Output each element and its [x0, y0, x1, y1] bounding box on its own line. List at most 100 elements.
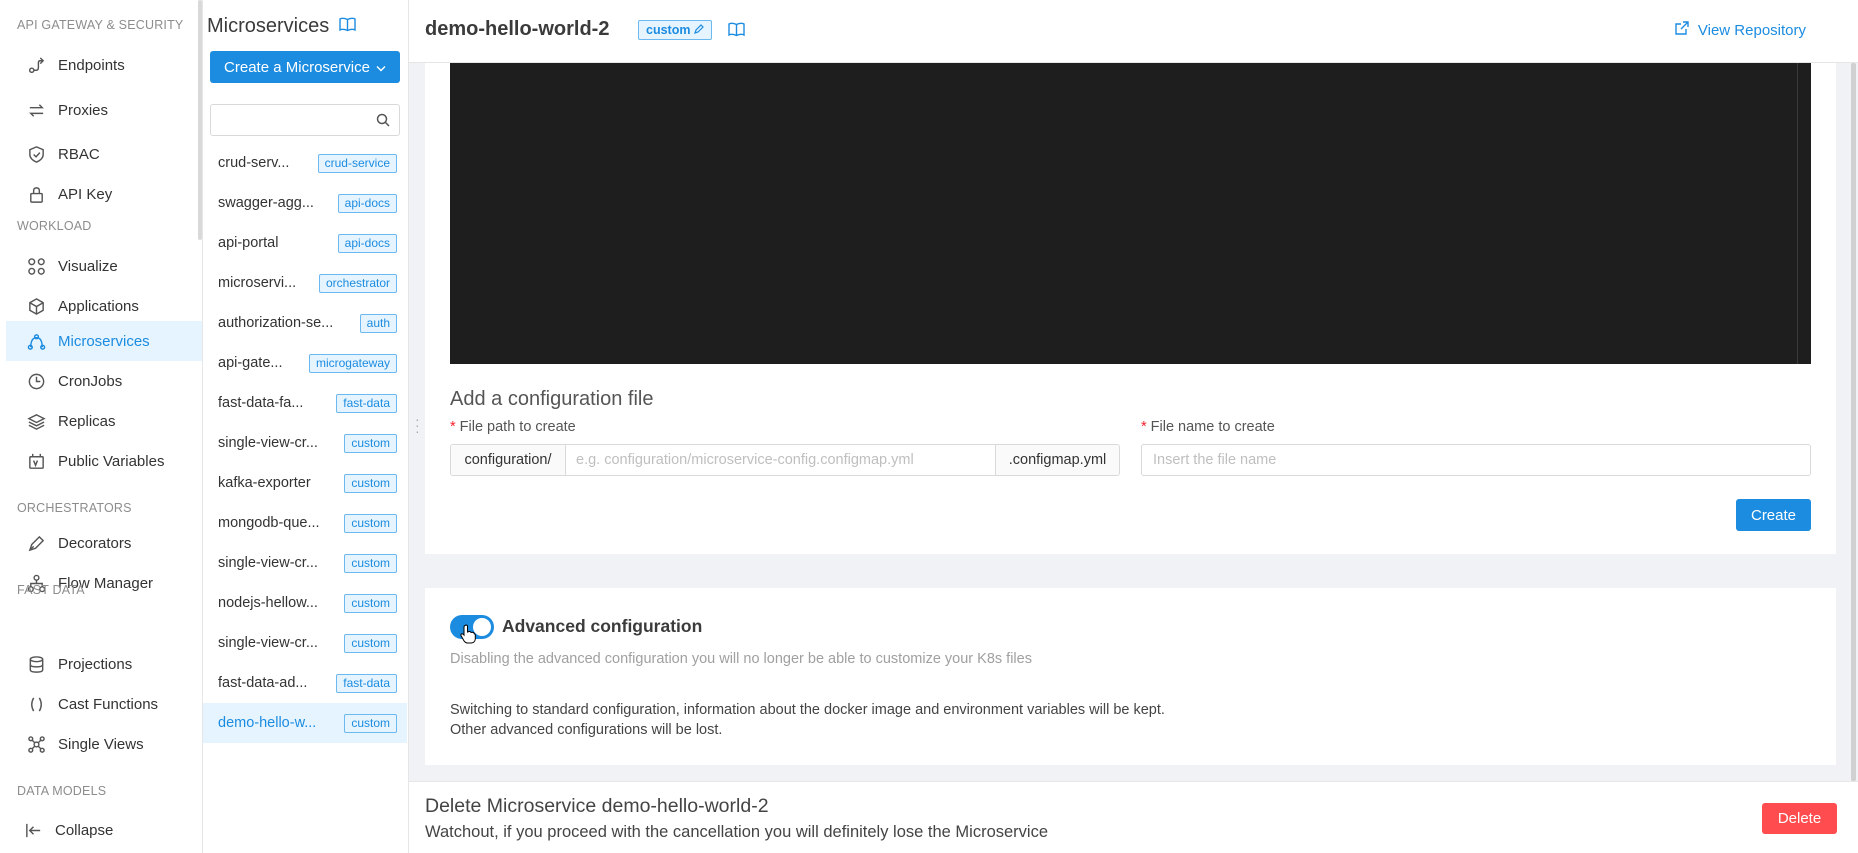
- endpoint-icon: [23, 55, 49, 75]
- microservice-item[interactable]: fast-data-ad... fast-data: [203, 663, 407, 703]
- microservice-name: crud-serv...: [218, 155, 290, 171]
- microservice-tag: custom: [344, 433, 397, 453]
- clock-icon: [23, 371, 49, 391]
- microservice-tag: api-docs: [337, 193, 397, 213]
- nav-item-label: RBAC: [58, 145, 100, 163]
- microservice-item[interactable]: mongodb-que... custom: [203, 503, 407, 543]
- nav-item-label: Proxies: [58, 101, 109, 119]
- nav-item-visualize[interactable]: Visualize: [6, 246, 202, 286]
- nav-item-label: Visualize: [58, 257, 118, 275]
- list-resize-handle[interactable]: · · ·: [415, 412, 420, 438]
- nav-item-label: Replicas: [58, 412, 116, 430]
- microservice-item[interactable]: kafka-exporter custom: [203, 463, 407, 503]
- microservice-name: api-portal: [218, 235, 279, 251]
- page-header: [409, 0, 1858, 63]
- nav-item-proxies[interactable]: Proxies: [6, 90, 202, 130]
- path-prefix-addon: configuration/: [451, 445, 566, 475]
- microservice-item[interactable]: swagger-agg... api-docs: [203, 183, 407, 223]
- delete-warning: Watchout, if you proceed with the cancel…: [425, 823, 1049, 841]
- nav-item-public-variables[interactable]: Public Variables: [6, 441, 202, 481]
- nav-item-label: Cast Functions: [58, 695, 159, 713]
- view-repository-link[interactable]: View Repository: [1675, 21, 1806, 39]
- nav-item-single-views[interactable]: Single Views: [6, 724, 202, 764]
- microservice-item[interactable]: fast-data-fa... fast-data: [203, 383, 407, 423]
- nav-item-label: Microservices: [58, 332, 150, 350]
- nav-item-replicas[interactable]: Replicas: [6, 401, 202, 441]
- pen-icon: [23, 533, 49, 553]
- microservice-item[interactable]: single-view-cr... custom: [203, 543, 407, 583]
- microservice-tag: auth: [359, 313, 397, 333]
- file-path-input[interactable]: [566, 445, 995, 475]
- path-suffix-addon: .configmap.yml: [995, 445, 1119, 475]
- file-name-input[interactable]: [1141, 444, 1811, 476]
- editor-scrollbar[interactable]: [1797, 63, 1798, 364]
- microservice-name: api-gate...: [218, 355, 283, 371]
- delete-button[interactable]: Delete: [1762, 803, 1837, 834]
- microservice-tag: crud-service: [317, 153, 397, 173]
- microservice-item[interactable]: single-view-cr... custom: [203, 623, 407, 663]
- nav-section-data-models: DATA MODELS: [17, 784, 107, 798]
- main-scrollbar[interactable]: [1851, 63, 1856, 781]
- microservice-item[interactable]: nodejs-hellow... custom: [203, 583, 407, 623]
- view-repository-label: View Repository: [1697, 21, 1806, 39]
- microservice-item[interactable]: crud-serv... crud-service: [203, 143, 407, 183]
- required-marker: *: [450, 419, 456, 435]
- lock-icon: [23, 184, 49, 204]
- microservice-item[interactable]: authorization-se... auth: [203, 303, 407, 343]
- nav-item-rbac[interactable]: RBAC: [6, 134, 202, 174]
- list-title: Microservices: [207, 15, 356, 38]
- microservice-tag: microgateway: [308, 353, 397, 373]
- create-file-button[interactable]: Create: [1736, 499, 1811, 531]
- advanced-config-card: [425, 588, 1836, 765]
- nav-item-microservices[interactable]: Microservices: [6, 321, 202, 361]
- microservice-name: mongodb-que...: [218, 515, 320, 531]
- microservice-tag: custom: [344, 593, 397, 613]
- microservice-tag: fast-data: [336, 393, 397, 413]
- path-field-label-text: File path to create: [459, 419, 576, 435]
- search-input[interactable]: [210, 104, 400, 136]
- collapse-button[interactable]: Collapse: [0, 810, 196, 850]
- microservice-name: single-view-cr...: [218, 635, 318, 651]
- nav-section-orchestrators: ORCHESTRATORS: [17, 501, 132, 515]
- nav-item-label: Decorators: [58, 534, 132, 552]
- microservice-item[interactable]: single-view-cr... custom: [203, 423, 407, 463]
- advanced-config-note: Switching to standard configuration, inf…: [450, 702, 1165, 718]
- microservice-name: fast-data-fa...: [218, 395, 304, 411]
- microservice-item[interactable]: microservi... orchestrator: [203, 263, 407, 303]
- nav-item-cast-functions[interactable]: Cast Functions: [6, 684, 202, 724]
- nav-item-label: Applications: [58, 297, 139, 315]
- nav-item-label: Public Variables: [58, 452, 165, 470]
- book-icon[interactable]: [339, 15, 356, 38]
- microservice-name: demo-hello-w...: [218, 715, 317, 731]
- microservice-tag: orchestrator: [318, 273, 397, 293]
- nav-item-projections[interactable]: Projections: [6, 644, 202, 684]
- microservice-name: swagger-agg...: [218, 195, 314, 211]
- microservice-item[interactable]: api-portal api-docs: [203, 223, 407, 263]
- microservice-tag: custom: [344, 473, 397, 493]
- nav-item-endpoints[interactable]: Endpoints: [6, 45, 202, 85]
- nav-item-applications[interactable]: Applications: [6, 286, 202, 326]
- microservice-tag: fast-data: [336, 673, 397, 693]
- chevron-down-icon: [376, 59, 386, 76]
- file-path-group: configuration/ .configmap.yml: [450, 444, 1120, 476]
- documentation-book-icon[interactable]: [728, 22, 745, 42]
- cube-icon: [23, 296, 49, 316]
- microservice-item[interactable]: demo-hello-w... custom: [203, 703, 407, 743]
- create-microservice-button[interactable]: Create a Microservice: [210, 51, 400, 83]
- nav-item-decorators[interactable]: Decorators: [6, 523, 202, 563]
- shield-icon: [23, 144, 49, 164]
- create-microservice-label: Create a Microservice: [224, 58, 370, 76]
- code-editor[interactable]: [450, 63, 1811, 364]
- microservice-name: single-view-cr...: [218, 555, 318, 571]
- list-title-text: Microservices: [207, 15, 330, 37]
- microservice-tag: custom: [344, 633, 397, 653]
- nav-item-cronjobs[interactable]: CronJobs: [6, 361, 202, 401]
- nav-item-label: API Key: [58, 185, 113, 203]
- nav-item-api-key[interactable]: API Key: [6, 174, 202, 214]
- config-section-title: Add a configuration file: [450, 388, 654, 410]
- microservice-item[interactable]: api-gate... microgateway: [203, 343, 407, 383]
- collapse-label: Collapse: [55, 821, 114, 839]
- type-tag[interactable]: custom: [638, 20, 713, 40]
- nav-section-api-gateway: API GATEWAY & SECURITY: [17, 18, 184, 32]
- variables-icon: [23, 451, 49, 471]
